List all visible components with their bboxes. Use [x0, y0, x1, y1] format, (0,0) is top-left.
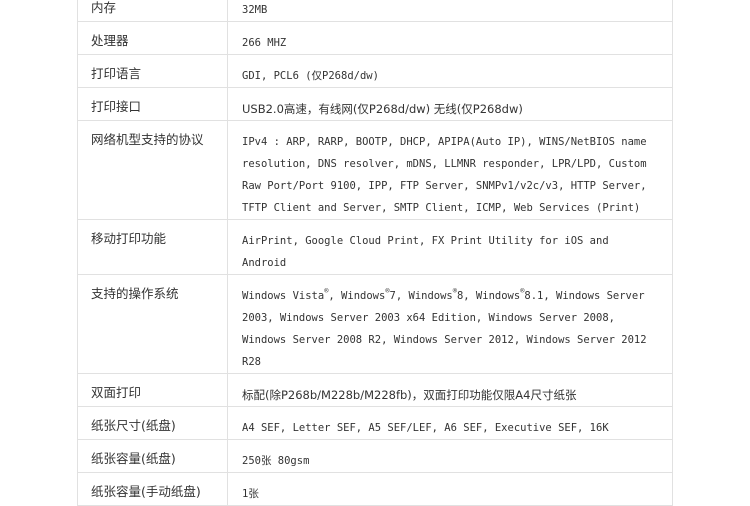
table-row: 双面打印 标配(除P268b/M228b/M228fb)，双面打印功能仅限A4尺…: [77, 373, 673, 407]
table-row: 打印接口 USB2.0高速，有线网(仅P268d/dw) 无线(仅P268dw): [77, 87, 673, 121]
row-label: 支持的操作系统: [77, 274, 228, 374]
row-value: 32MB: [227, 0, 673, 22]
row-label: 纸张尺寸(纸盘): [77, 406, 228, 440]
row-value: 1张: [227, 472, 673, 506]
table-row: 支持的操作系统 Windows Vista®, Windows®7, Windo…: [77, 274, 673, 374]
row-label: 处理器: [77, 21, 228, 55]
spec-table: 内存 32MB 处理器 266 MHZ 打印语言 GDI, PCL6 (仅P26…: [77, 0, 673, 506]
row-label: 纸张容量(手动纸盘): [77, 472, 228, 506]
row-label: 打印接口: [77, 87, 228, 121]
table-row: 打印语言 GDI, PCL6 (仅P268d/dw): [77, 54, 673, 88]
row-label: 纸张容量(纸盘): [77, 439, 228, 473]
row-value: 标配(除P268b/M228b/M228fb)，双面打印功能仅限A4尺寸纸张: [227, 373, 673, 407]
row-value: 266 MHZ: [227, 21, 673, 55]
table-row: 纸张尺寸(纸盘) A4 SEF, Letter SEF, A5 SEF/LEF,…: [77, 406, 673, 440]
table-row: 处理器 266 MHZ: [77, 21, 673, 55]
table-row: 纸张容量(手动纸盘) 1张: [77, 472, 673, 506]
row-value: A4 SEF, Letter SEF, A5 SEF/LEF, A6 SEF, …: [227, 406, 673, 440]
row-label: 移动打印功能: [77, 219, 228, 275]
row-value: GDI, PCL6 (仅P268d/dw): [227, 54, 673, 88]
table-row: 网络机型支持的协议 IPv4 : ARP, RARP, BOOTP, DHCP,…: [77, 120, 673, 220]
table-row: 纸张容量(纸盘) 250张 80gsm: [77, 439, 673, 473]
os-part: , Windows: [328, 290, 386, 302]
row-label: 内存: [77, 0, 228, 22]
row-label: 打印语言: [77, 54, 228, 88]
os-part: 7, Windows: [389, 290, 453, 302]
os-part: 8, Windows: [456, 290, 521, 302]
table-row: 内存 32MB: [77, 0, 673, 22]
os-part: Windows Vista: [242, 290, 325, 302]
row-label: 双面打印: [77, 373, 228, 407]
row-value: IPv4 : ARP, RARP, BOOTP, DHCP, APIPA(Aut…: [227, 120, 673, 220]
table-row: 移动打印功能 AirPrint, Google Cloud Print, FX …: [77, 219, 673, 275]
row-label: 网络机型支持的协议: [77, 120, 228, 220]
row-value: Windows Vista®, Windows®7, Windows®8, Wi…: [227, 274, 673, 374]
row-value: AirPrint, Google Cloud Print, FX Print U…: [227, 219, 673, 275]
row-value: USB2.0高速，有线网(仅P268d/dw) 无线(仅P268dw): [227, 87, 673, 121]
row-value: 250张 80gsm: [227, 439, 673, 473]
